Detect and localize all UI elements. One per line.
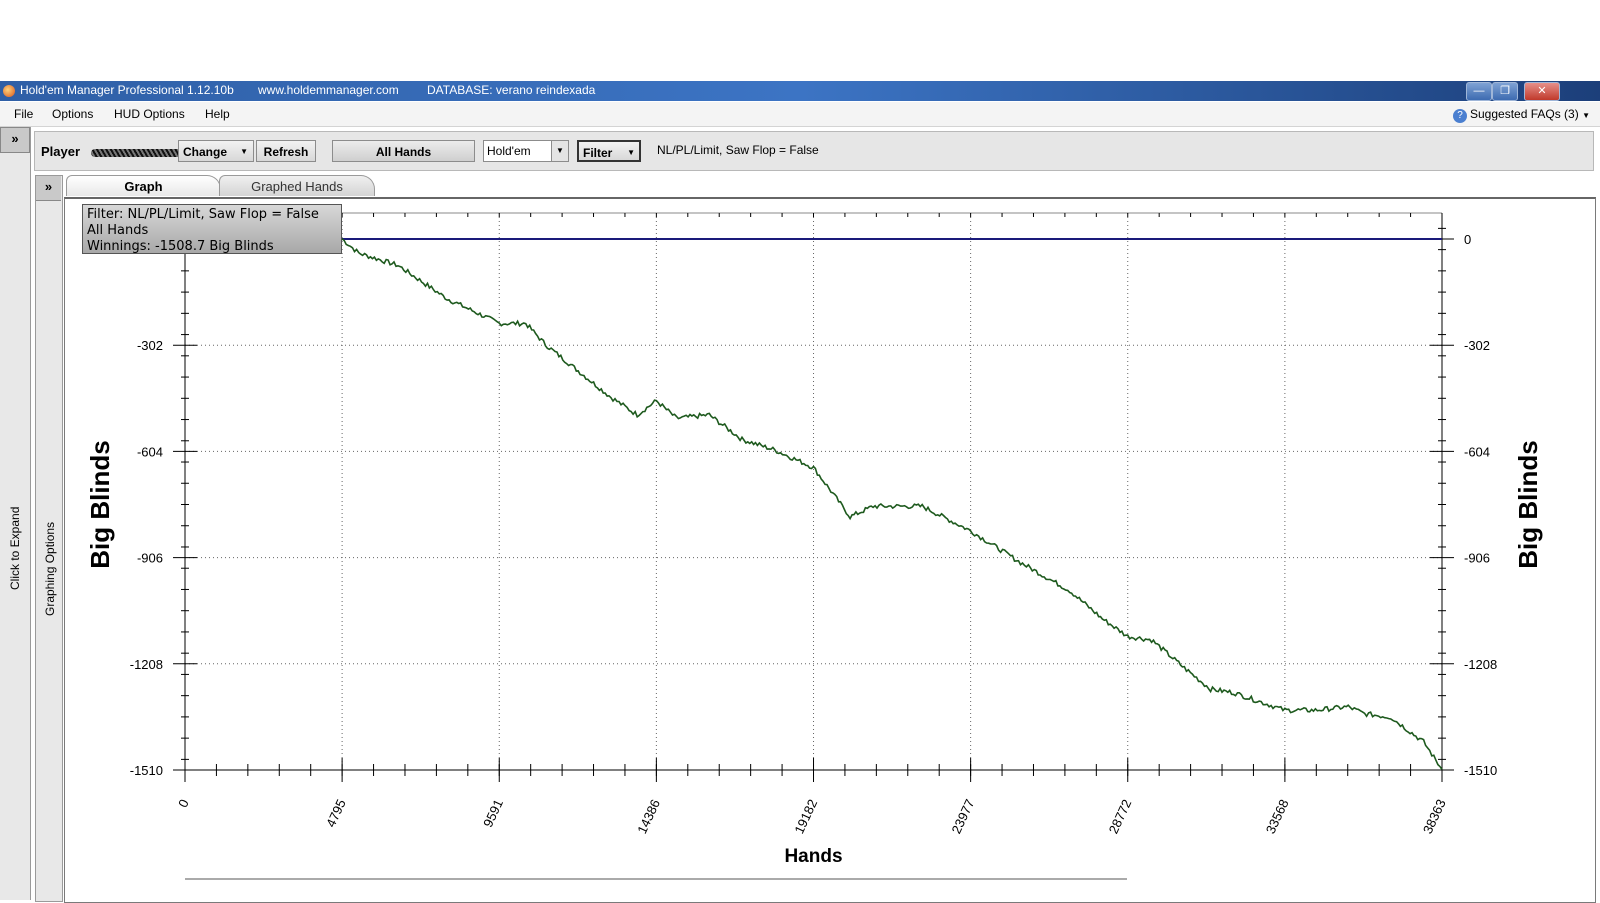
x-tick-label: 0 — [175, 797, 192, 810]
y-tick-label-left: -1510 — [130, 763, 163, 778]
close-icon[interactable]: ✕ — [1524, 82, 1560, 101]
y-tick-label-left: -302 — [137, 338, 163, 353]
y-axis-title-right: Big Blinds — [1513, 440, 1543, 569]
game-type-select[interactable]: Hold'em ▼ — [483, 140, 569, 162]
database-label: DATABASE: verano reindexada — [427, 83, 596, 97]
x-tick-label: 38363 — [1420, 797, 1449, 836]
y-axis-title-left: Big Blinds — [85, 440, 115, 569]
menu-options[interactable]: Options — [52, 107, 93, 121]
x-tick-label: 33568 — [1263, 797, 1292, 836]
chevron-down-icon: ▼ — [627, 148, 635, 157]
app-icon — [3, 85, 15, 97]
tab-bar: Graph Graphed Hands — [64, 175, 1594, 197]
chevron-down-icon: ▼ — [240, 147, 248, 156]
help-icon: ? — [1453, 109, 1467, 123]
info-hands-line: All Hands — [87, 223, 149, 238]
y-tick-label-right: -906 — [1464, 551, 1490, 566]
winnings-chart: 0 0 -302 -302 -604 -604 -906 -906 -1208 -1208 -151… — [85, 212, 1543, 880]
all-hands-button[interactable]: All Hands — [332, 140, 475, 162]
player-toolbar: Player Change ▼ Refresh All Hands Hold'e… — [34, 131, 1594, 171]
y-tick-label-left: -906 — [137, 551, 163, 566]
restore-icon[interactable]: ❐ — [1492, 82, 1518, 101]
title-bar: Hold'em Manager Professional 1.12.10b ww… — [0, 81, 1600, 101]
x-tick-label: 14386 — [634, 797, 663, 836]
filter-label: Filter — [583, 146, 613, 160]
filter-button[interactable]: Filter ▼ — [577, 140, 641, 162]
tab-graph[interactable]: Graph — [66, 175, 221, 196]
graphing-options-label[interactable]: Graphing Options — [43, 522, 57, 616]
player-label: Player — [41, 144, 81, 159]
chevron-down-icon: ▼ — [551, 141, 568, 161]
graph-panel: 0 0 -302 -302 -604 -604 -906 -906 -1208 -1208 -151… — [64, 197, 1596, 903]
menu-bar: File Options HUD Options Help ? Suggested… — [0, 102, 1600, 127]
minimize-icon[interactable]: — — [1466, 82, 1492, 101]
click-to-expand-label[interactable]: Click to Expand — [8, 507, 22, 590]
change-player-button[interactable]: Change ▼ — [178, 140, 254, 162]
faq-label: Suggested FAQs (3) — [1470, 107, 1579, 121]
change-label: Change — [183, 145, 228, 159]
game-type-value: Hold'em — [487, 144, 531, 158]
info-winnings-line: Winnings: -1508.7 Big Blinds — [87, 239, 274, 254]
tab-graphed-hands[interactable]: Graphed Hands — [219, 175, 375, 196]
graph-info-box: Filter: NL/PL/Limit, Saw Flop = False Al… — [82, 204, 342, 254]
y-tick-label-right: -1510 — [1464, 763, 1497, 778]
suggested-faqs-button[interactable]: ? Suggested FAQs (3) ▼ — [1453, 107, 1590, 123]
y-tick-label-right: 0 — [1464, 232, 1471, 247]
y-tick-label-right: -1208 — [1464, 657, 1497, 672]
y-tick-label-left: -1208 — [130, 657, 163, 672]
filter-description: NL/PL/Limit, Saw Flop = False — [657, 143, 819, 157]
menu-hud-options[interactable]: HUD Options — [114, 107, 185, 121]
menu-file[interactable]: File — [14, 107, 33, 121]
x-tick-label: 23977 — [948, 797, 977, 836]
y-tick-label-left: -604 — [137, 444, 163, 459]
expand-chevron-icon[interactable]: » — [0, 127, 30, 153]
x-axis-title: Hands — [784, 846, 842, 867]
website-label: www.holdemmanager.com — [258, 83, 399, 97]
window-title: Hold'em Manager Professional 1.12.10b — [20, 83, 234, 97]
expand-chevron-icon[interactable]: » — [36, 176, 61, 201]
y-tick-label-right: -302 — [1464, 338, 1490, 353]
chevron-down-icon: ▼ — [1582, 111, 1590, 120]
info-filter-line: Filter: NL/PL/Limit, Saw Flop = False — [87, 207, 319, 222]
x-tick-label: 9591 — [480, 797, 506, 830]
x-tick-label: 4795 — [323, 797, 349, 830]
refresh-button[interactable]: Refresh — [256, 140, 316, 162]
x-tick-label: 19182 — [791, 797, 820, 836]
menu-help[interactable]: Help — [205, 107, 230, 121]
y-tick-label-right: -604 — [1464, 444, 1490, 459]
x-tick-label: 28772 — [1106, 797, 1135, 836]
